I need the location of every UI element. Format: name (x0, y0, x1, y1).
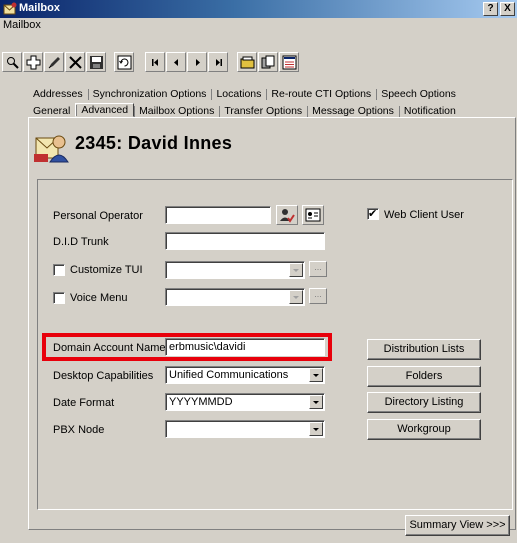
refresh-button[interactable] (114, 52, 134, 72)
tab-re-route-cti-options[interactable]: Re-route CTI Options (266, 88, 376, 100)
mailbox-app-icon (3, 2, 17, 15)
date-format-dropdown[interactable]: YYYYMMDD (165, 393, 325, 411)
first-record-icon (152, 59, 158, 66)
tab-message-options[interactable]: Message Options (307, 105, 399, 117)
tab-speech-options[interactable]: Speech Options (376, 88, 461, 100)
date-format-value: YYYYMMDD (169, 396, 233, 408)
tab-general[interactable]: General (28, 105, 75, 117)
voice-menu-label: Voice Menu (70, 292, 128, 304)
last-record-button[interactable] (208, 52, 228, 72)
chevron-down-icon[interactable] (309, 395, 323, 409)
select-operator-button[interactable] (276, 205, 298, 225)
first-record-button[interactable] (145, 52, 165, 72)
add-icon (26, 55, 41, 70)
menu-item-mailbox[interactable]: Mailbox (3, 19, 41, 31)
personal-operator-label: Personal Operator (53, 210, 143, 222)
folders-button[interactable]: Folders (367, 366, 481, 387)
mailbox-window: Mailbox ? X Mailbox Addresses Synchroniz… (0, 0, 517, 543)
user-search-icon (280, 209, 295, 223)
title-bar: Mailbox ? X (0, 0, 517, 18)
add-button[interactable] (23, 52, 43, 72)
copy-icon (261, 55, 275, 69)
help-button[interactable]: ? (483, 2, 498, 16)
close-button[interactable]: X (500, 2, 515, 16)
edit-icon (48, 57, 60, 69)
list-view-icon (282, 55, 297, 70)
pbx-node-label: PBX Node (53, 424, 105, 436)
chevron-down-icon[interactable] (289, 263, 303, 277)
toolbar (0, 50, 517, 74)
tab-addresses[interactable]: Addresses (28, 88, 88, 100)
customize-tui-dropdown[interactable] (165, 261, 305, 279)
tab-advanced[interactable]: Advanced (75, 103, 135, 117)
chevron-down-icon[interactable] (309, 422, 323, 436)
refresh-icon (117, 55, 132, 70)
customize-tui-checkbox[interactable] (53, 264, 65, 276)
save-icon (90, 56, 103, 69)
customize-tui-label: Customize TUI (70, 264, 143, 276)
desktop-capabilities-label: Desktop Capabilities (53, 370, 154, 382)
desktop-capabilities-value: Unified Communications (169, 369, 289, 381)
tab-transfer-options[interactable]: Transfer Options (219, 105, 307, 117)
delete-button[interactable] (65, 52, 85, 72)
desktop-capabilities-dropdown[interactable]: Unified Communications (165, 366, 325, 384)
delete-icon (69, 56, 82, 69)
web-client-user-checkbox[interactable] (367, 207, 379, 220)
previous-record-icon (174, 59, 178, 66)
window-title: Mailbox (19, 2, 60, 14)
page-title: 2345: David Innes (75, 133, 233, 153)
tab-mailbox-options[interactable]: Mailbox Options (134, 105, 219, 117)
last-record-icon (216, 59, 222, 66)
distribution-lists-button[interactable]: Distribution Lists (367, 339, 481, 360)
date-format-label: Date Format (53, 397, 115, 409)
next-record-icon (196, 59, 200, 66)
personal-operator-field[interactable] (165, 206, 271, 224)
tab-notification[interactable]: Notification (398, 105, 461, 117)
tab-row-back: Addresses Synchronization Options Location… (28, 88, 461, 103)
edit-button[interactable] (44, 52, 64, 72)
workgroup-button[interactable]: Workgroup (367, 419, 481, 440)
did-trunk-label: D.I.D Trunk (53, 236, 109, 248)
next-record-button[interactable] (187, 52, 207, 72)
folder-icon (240, 56, 255, 69)
customize-tui-browse-button[interactable]: ... (309, 261, 327, 277)
voice-menu-browse-button[interactable]: ... (309, 288, 327, 304)
list-view-button[interactable] (279, 52, 299, 72)
domain-account-name-field[interactable]: erbmusic\davidi (165, 338, 325, 356)
tab-locations[interactable]: Locations (211, 88, 266, 100)
address-card-icon (305, 208, 321, 222)
copy-button[interactable] (258, 52, 278, 72)
search-button[interactable] (2, 52, 22, 72)
search-icon (7, 57, 19, 69)
directory-listing-button[interactable]: Directory Listing (367, 392, 481, 413)
chevron-down-icon[interactable] (309, 368, 323, 382)
voice-menu-dropdown[interactable] (165, 288, 305, 306)
mailbox-user-icon (34, 135, 69, 163)
pbx-node-dropdown[interactable] (165, 420, 325, 438)
did-trunk-field[interactable] (165, 232, 325, 250)
voice-menu-checkbox[interactable] (53, 292, 65, 304)
domain-account-name-label: Domain Account Name (53, 342, 166, 354)
chevron-down-icon[interactable] (289, 290, 303, 304)
menu-bar: Mailbox (0, 19, 517, 33)
folder-button[interactable] (237, 52, 257, 72)
operator-details-button[interactable] (302, 205, 324, 225)
summary-view-button[interactable]: Summary View >>> (405, 515, 510, 536)
tab-synchronization-options[interactable]: Synchronization Options (87, 88, 212, 100)
previous-record-button[interactable] (166, 52, 186, 72)
web-client-user-label: Web Client User (384, 209, 464, 221)
save-button[interactable] (86, 52, 106, 72)
